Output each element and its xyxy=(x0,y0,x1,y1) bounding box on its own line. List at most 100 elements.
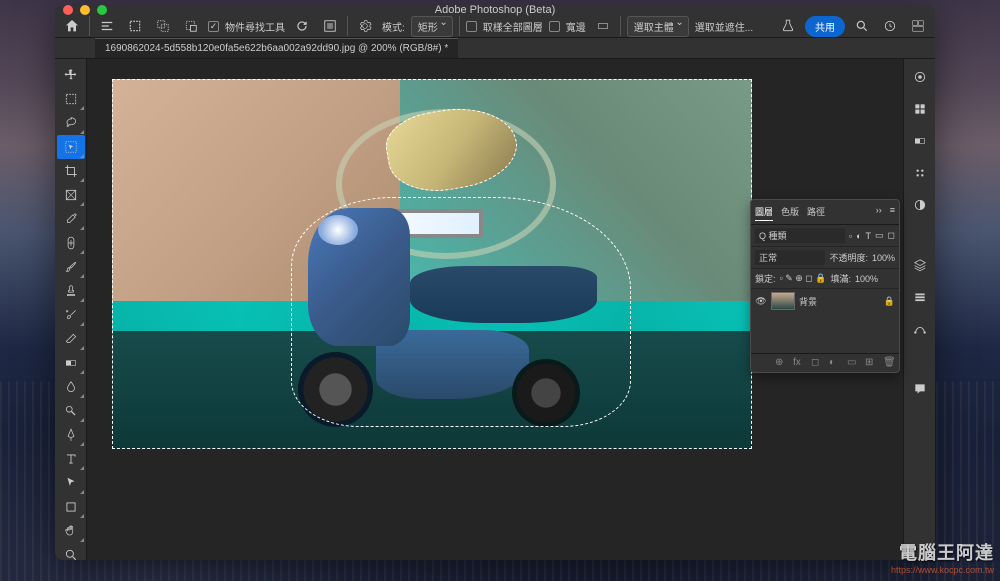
link-layers-icon[interactable]: ⊕ xyxy=(775,357,787,369)
history-brush-tool[interactable] xyxy=(57,303,85,327)
maximize-window-button[interactable] xyxy=(97,5,107,15)
share-button[interactable]: 共用 xyxy=(805,16,845,37)
stamp-tool[interactable] xyxy=(57,279,85,303)
shape-tool[interactable] xyxy=(57,495,85,519)
layers-panel: 圖層 色版 路徑 ›› ≡ Q 種類 ▫ ◐ T ▭ ◻ 正常 不透明度: 10… xyxy=(750,199,900,373)
document-tab-bar: 1690862024-5d558b120e0fa5e622b6aa002a92d… xyxy=(55,38,935,59)
layer-thumbnail[interactable] xyxy=(771,292,795,310)
patterns-panel-icon[interactable] xyxy=(908,161,932,185)
panel-menu-icon[interactable]: ≡ xyxy=(890,203,895,221)
adjustment-icon[interactable]: ◐ xyxy=(829,357,841,369)
layers-tab[interactable]: 圖層 xyxy=(755,203,773,221)
selection-add-icon[interactable] xyxy=(152,15,174,37)
filter-adjust-icon[interactable]: ◐ xyxy=(856,231,861,241)
paths-tab[interactable]: 路徑 xyxy=(807,203,825,221)
filter-type-icon[interactable]: T xyxy=(866,231,872,241)
filter-smart-icon[interactable]: ◻ xyxy=(888,230,895,241)
beaker-icon[interactable] xyxy=(777,15,799,37)
dodge-tool[interactable] xyxy=(57,399,85,423)
zoom-tool[interactable] xyxy=(57,543,85,560)
tool-preset-icon[interactable] xyxy=(96,15,118,37)
selection-new-icon[interactable] xyxy=(124,15,146,37)
filter-image-icon[interactable]: ▫ xyxy=(849,231,852,241)
layer-name[interactable]: 背景 xyxy=(799,295,817,308)
brush-tool[interactable] xyxy=(57,255,85,279)
group-icon[interactable]: ▭ xyxy=(847,357,859,369)
sample-all-checkbox[interactable] xyxy=(466,21,477,32)
cloud-docs-icon[interactable] xyxy=(879,15,901,37)
paths-panel-icon[interactable] xyxy=(908,317,932,341)
photoshop-window: Adobe Photoshop (Beta) 物件尋找工具 模式: 矩形 取樣全… xyxy=(55,5,935,560)
show-overlay-icon[interactable] xyxy=(319,15,341,37)
adjustments-panel-icon[interactable] xyxy=(908,193,932,217)
path-select-tool[interactable] xyxy=(57,471,85,495)
frame-tool[interactable] xyxy=(57,183,85,207)
selection-subtract-icon[interactable] xyxy=(180,15,202,37)
select-subject-button[interactable]: 選取主體 xyxy=(627,16,689,37)
blend-mode-select[interactable]: 正常 xyxy=(755,250,825,265)
site-watermark: 電腦王阿達 https://www.kocpc.com.tw xyxy=(891,539,994,575)
close-window-button[interactable] xyxy=(63,5,73,15)
titlebar: Adobe Photoshop (Beta) xyxy=(55,5,935,15)
right-panel-rail xyxy=(903,59,935,560)
swatches-panel-icon[interactable] xyxy=(908,97,932,121)
workspace-icon[interactable] xyxy=(907,15,929,37)
type-tool[interactable] xyxy=(57,447,85,471)
filter-shape-icon[interactable]: ▭ xyxy=(875,230,884,241)
opacity-label: 不透明度: xyxy=(829,251,868,264)
new-layer-icon[interactable]: ⊞ xyxy=(865,357,877,369)
document-canvas[interactable] xyxy=(112,79,752,449)
minimize-window-button[interactable] xyxy=(80,5,90,15)
delete-layer-icon[interactable]: 🗑 xyxy=(883,357,895,369)
crop-tool[interactable] xyxy=(57,159,85,183)
app-title: Adobe Photoshop (Beta) xyxy=(435,5,555,16)
eyedropper-tool[interactable] xyxy=(57,207,85,231)
select-mask-button[interactable]: 選取並遮住... xyxy=(695,19,753,34)
window-controls xyxy=(63,5,107,15)
blur-tool[interactable] xyxy=(57,375,85,399)
image-content xyxy=(112,79,752,449)
gradients-panel-icon[interactable] xyxy=(908,129,932,153)
fill-value[interactable]: 100% xyxy=(855,274,878,284)
workspace: ⋯ xyxy=(55,59,935,560)
panel-collapse-icon[interactable]: ›› xyxy=(876,203,882,221)
tool-label: 物件尋找工具 xyxy=(225,19,285,34)
search-icon[interactable] xyxy=(851,15,873,37)
layer-filter-select[interactable]: Q 種類 xyxy=(755,228,845,243)
mask-icon[interactable]: ◻ xyxy=(811,357,823,369)
healing-tool[interactable] xyxy=(57,231,85,255)
color-panel-icon[interactable] xyxy=(908,65,932,89)
opacity-value[interactable]: 100% xyxy=(872,253,895,263)
lock-label: 鎖定: xyxy=(755,272,776,285)
move-tool[interactable] xyxy=(57,63,85,87)
pen-tool[interactable] xyxy=(57,423,85,447)
home-icon[interactable] xyxy=(61,15,83,37)
settings-icon[interactable] xyxy=(354,15,376,37)
fill-label: 填滿: xyxy=(830,272,851,285)
lock-icons[interactable]: ▫ ✎ ⊕ ◻ 🔒 xyxy=(780,273,827,284)
comments-panel-icon[interactable] xyxy=(908,377,932,401)
marquee-tool[interactable] xyxy=(57,87,85,111)
options-more-icon[interactable] xyxy=(592,15,614,37)
layers-panel-icon[interactable] xyxy=(908,253,932,277)
tools-panel: ⋯ xyxy=(55,59,87,560)
hand-tool[interactable] xyxy=(57,519,85,543)
layer-row[interactable]: 👁 背景 🔒 xyxy=(751,289,899,313)
layer-lock-icon[interactable]: 🔒 xyxy=(884,296,895,307)
eraser-tool[interactable] xyxy=(57,327,85,351)
fx-icon[interactable]: fx xyxy=(793,357,805,369)
mode-select[interactable]: 矩形 xyxy=(411,16,453,37)
hard-edge-checkbox[interactable] xyxy=(549,21,560,32)
gradient-tool[interactable] xyxy=(57,351,85,375)
object-select-tool[interactable] xyxy=(57,135,85,159)
lasso-tool[interactable] xyxy=(57,111,85,135)
options-bar: 物件尋找工具 模式: 矩形 取樣全部圖層 寬邊 選取主體 選取並遮住... 共用 xyxy=(55,15,935,38)
refresh-icon[interactable] xyxy=(291,15,313,37)
document-tab[interactable]: 1690862024-5d558b120e0fa5e622b6aa002a92d… xyxy=(95,38,458,58)
layer-visibility-icon[interactable]: 👁 xyxy=(755,296,767,307)
channels-tab[interactable]: 色版 xyxy=(781,203,799,221)
sample-all-label: 取樣全部圖層 xyxy=(483,19,543,34)
tool-checkbox[interactable] xyxy=(208,21,219,32)
hard-edge-label: 寬邊 xyxy=(566,19,586,34)
channels-panel-icon[interactable] xyxy=(908,285,932,309)
